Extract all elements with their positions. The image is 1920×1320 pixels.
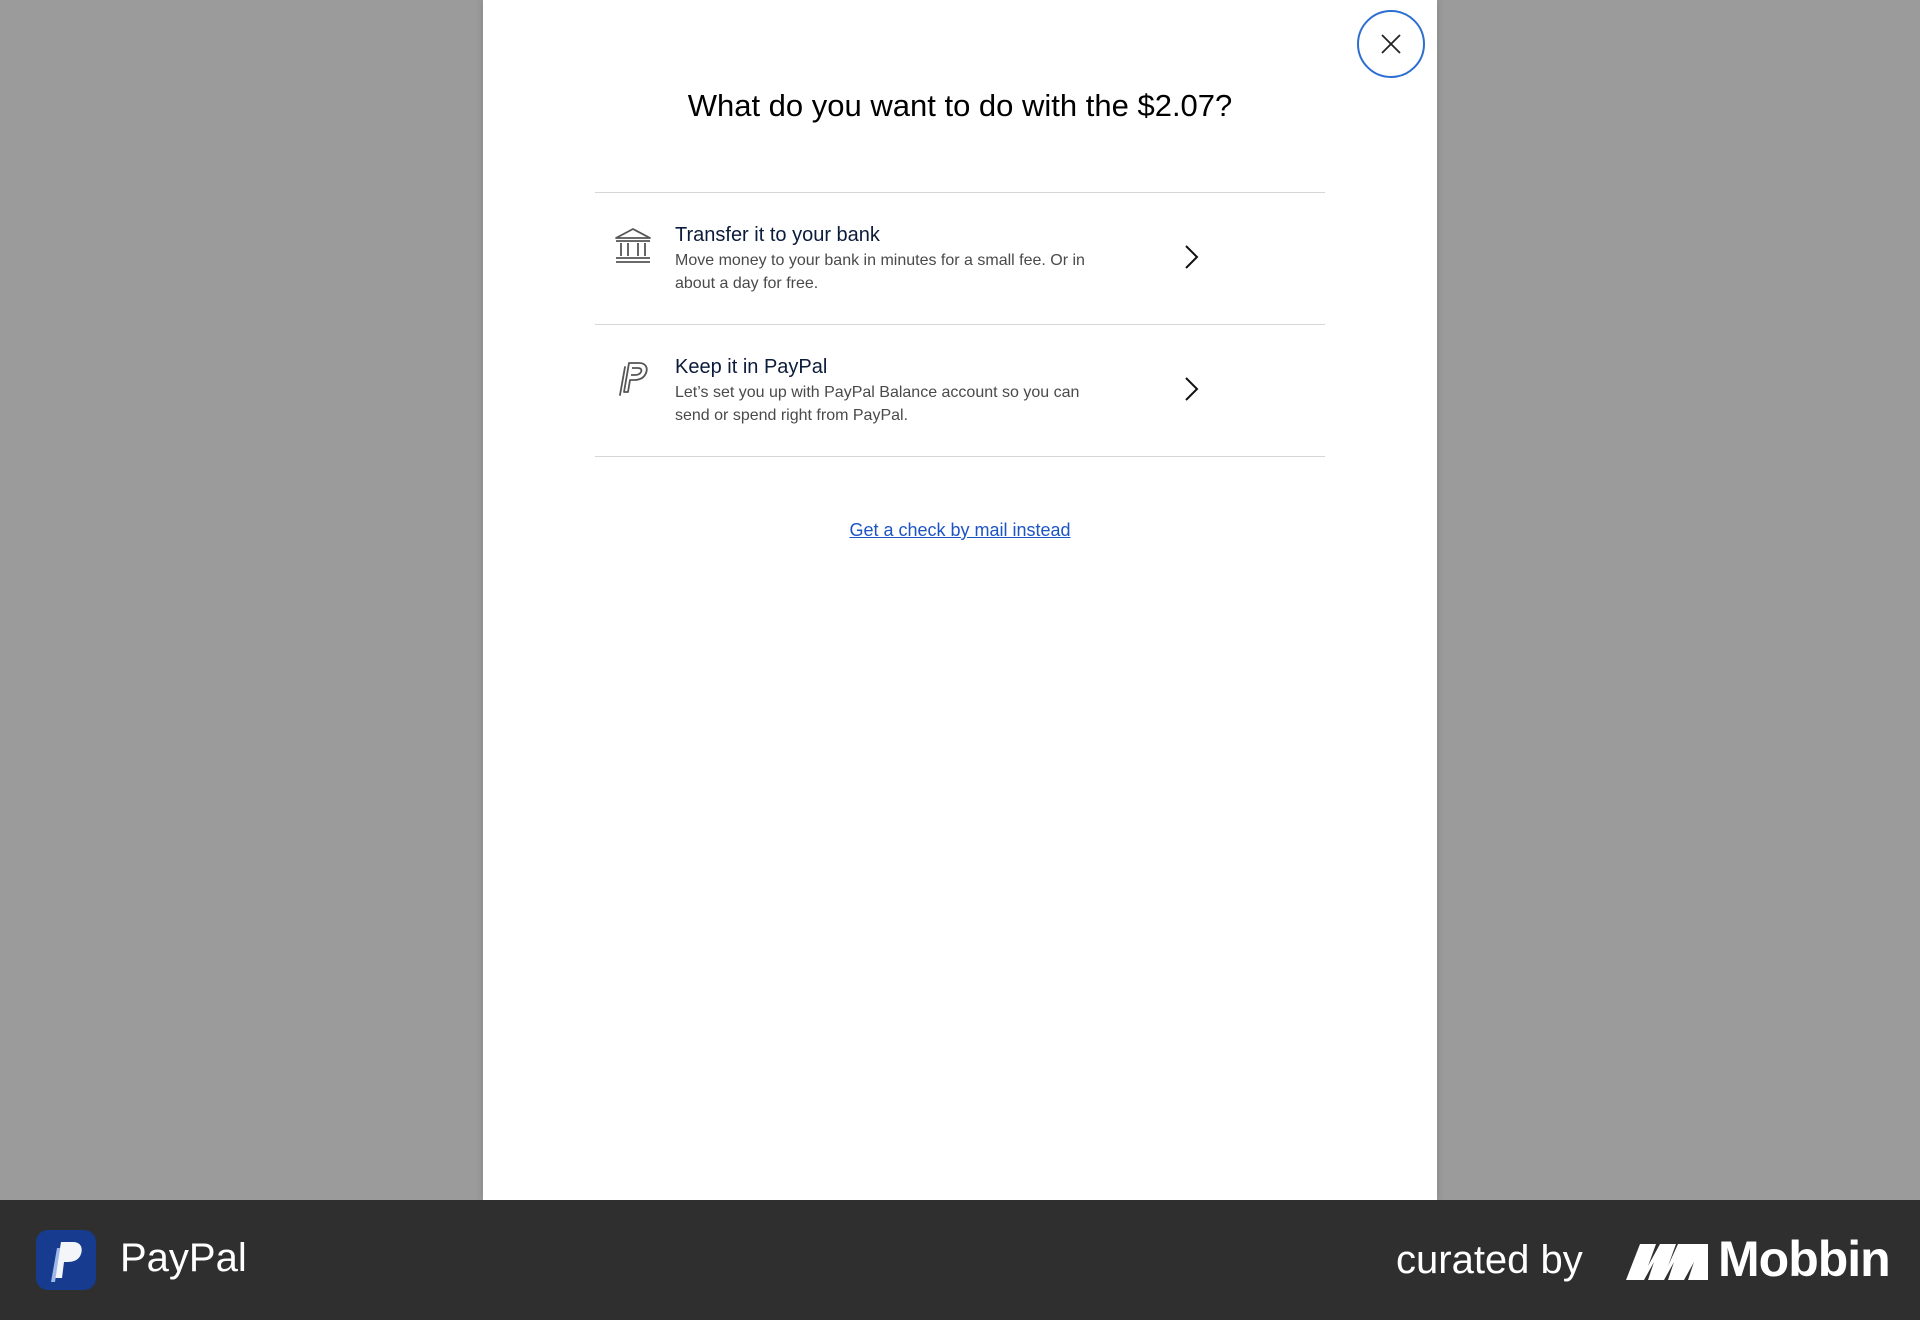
chevron-right-icon (1185, 377, 1199, 401)
option-title: Keep it in PayPal (675, 356, 828, 378)
app-name: PayPal (120, 1236, 247, 1280)
modal-dialog: What do you want to do with the $2.07? T… (483, 0, 1437, 1200)
option-text: Transfer it to your bank Move money to y… (675, 223, 1115, 295)
bank-icon (615, 228, 651, 263)
curated-by-label: curated by (1396, 1238, 1583, 1282)
option-keep-in-paypal[interactable]: Keep it in PayPal Let’s set you up with … (595, 325, 1325, 457)
check-by-mail-link[interactable]: Get a check by mail instead (483, 520, 1437, 541)
option-description: Move money to your bank in minutes for a… (675, 252, 1085, 292)
option-text: Keep it in PayPal Let’s set you up with … (675, 355, 1115, 427)
paypal-icon (619, 362, 648, 396)
mobbin-logo-icon (1626, 1244, 1708, 1280)
options-list: Transfer it to your bank Move money to y… (595, 192, 1325, 457)
option-description: Let’s set you up with PayPal Balance acc… (675, 384, 1080, 424)
chevron-right-icon (1185, 245, 1199, 269)
option-title: Transfer it to your bank (675, 224, 880, 246)
modal-title: What do you want to do with the $2.07? (687, 88, 1233, 123)
option-transfer-to-bank[interactable]: Transfer it to your bank Move money to y… (595, 193, 1325, 325)
footer-bar: PayPal curated by Mobbin (0, 1200, 1920, 1320)
close-button[interactable] (1357, 10, 1425, 78)
close-icon (1381, 34, 1401, 54)
paypal-logo (36, 1230, 96, 1290)
brand-name: Mobbin (1718, 1231, 1891, 1287)
